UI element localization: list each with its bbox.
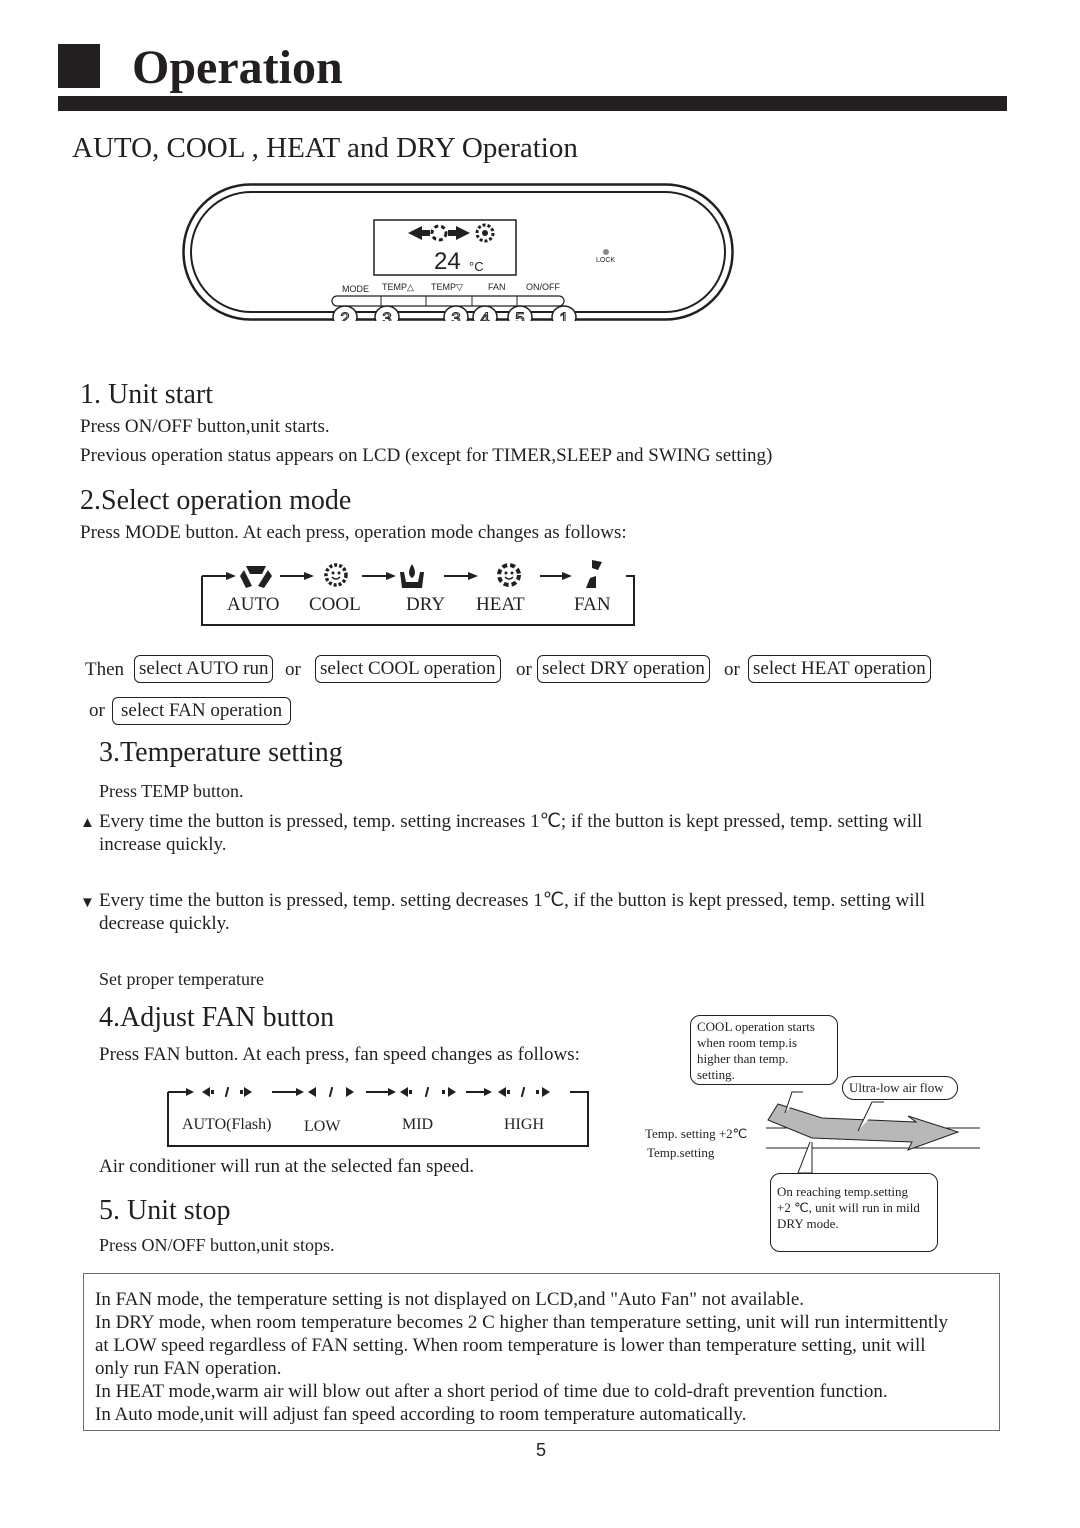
mode-label-dry: DRY: [406, 594, 446, 615]
mode-label-heat: HEAT: [476, 594, 525, 615]
section-subtitle: AUTO, COOL , HEAT and DRY Operation: [72, 132, 578, 164]
note-line: at LOW speed regardless of FAN setting. …: [95, 1335, 926, 1356]
note-line: In FAN mode, the temperature setting is …: [95, 1289, 805, 1310]
callout-text-line: +2 ℃, unit will run in mild: [777, 1200, 920, 1215]
remote-control-diagram: 24 °C LOCK MODE TEMP△ TEMP▽ FAN ON/OFF 2…: [182, 183, 734, 321]
label-temp-setting-plus2: Temp. setting +2℃: [645, 1126, 748, 1141]
remote-button-row: [331, 295, 565, 307]
arrow-icon: [304, 572, 314, 580]
mode-label-cool: COOL: [309, 594, 361, 615]
fan-speed-high: HIGH: [504, 1116, 544, 1133]
set-proper-temperature: Set proper temperature: [99, 969, 264, 989]
fan-speed-low-icon: [308, 1086, 354, 1098]
temp-down-text: Every time the button is pressed, temp. …: [99, 890, 926, 911]
page-number: 5: [536, 1440, 547, 1460]
mode-cycle-diagram: AUTO COOL DRY HEAT FAN: [198, 558, 638, 628]
cool-icon: [324, 563, 348, 587]
callout-text-line: higher than temp.: [697, 1051, 789, 1066]
option-heat-operation: select HEAT operation: [748, 655, 931, 683]
temp-up-button-label: TEMP△: [382, 282, 414, 292]
or-label: or: [516, 659, 532, 680]
title-block-icon: [58, 44, 100, 88]
note-line: In HEAT mode,warm air will blow out afte…: [95, 1381, 888, 1402]
fan-speed-cycle-diagram: AUTO(Flash) LOW MID HIGH: [166, 1080, 590, 1148]
page-title: Operation: [132, 41, 343, 94]
arrow-icon: [468, 572, 478, 580]
fan-speed-auto: AUTO(Flash): [182, 1116, 272, 1133]
or-label: or: [285, 659, 301, 680]
callout-text-line: setting.: [697, 1067, 735, 1082]
mode-label-fan: FAN: [574, 594, 611, 615]
callout-text-line: when room temp.is: [697, 1035, 798, 1050]
lock-indicator-icon: [603, 249, 609, 255]
option-fan-operation: select FAN operation: [112, 697, 292, 725]
arrow-icon: [226, 572, 236, 580]
airflow-arrow-icon: [767, 1103, 960, 1151]
heat-icon: [497, 563, 521, 587]
fan-speed-low: LOW: [304, 1118, 341, 1135]
mode-button-label: MODE: [342, 284, 369, 294]
option-cool-operation: select COOL operation: [315, 655, 501, 683]
unit-start-note: Previous operation status appears on LCD…: [80, 445, 773, 466]
fan-speed-mid: MID: [402, 1116, 434, 1133]
option-dry-operation: select DRY operation: [537, 655, 710, 683]
triangle-up-icon: ▲: [80, 815, 95, 831]
temp-down-button-label: TEMP▽: [431, 282, 463, 292]
onoff-button-label: ON/OFF: [526, 282, 560, 292]
temp-up-text: Every time the button is pressed, temp. …: [99, 811, 923, 832]
mode-label-auto: AUTO: [227, 594, 280, 615]
fan-speed-mid-icon: [400, 1086, 456, 1098]
label-temp-setting: Temp.setting: [647, 1145, 715, 1160]
dry-mode-diagram: COOL operation starts when room temp.is …: [640, 1010, 1020, 1260]
arrow-icon: [562, 572, 572, 580]
or-label: or: [724, 659, 740, 680]
temp-press-text: Press TEMP button.: [99, 781, 244, 801]
step-number: 2: [340, 309, 349, 321]
fan-after-text: Air conditioner will run at the selected…: [99, 1156, 475, 1177]
option-auto-run: select AUTO run: [134, 655, 274, 683]
step-number: 3: [382, 309, 391, 321]
step-number: 5: [515, 309, 524, 321]
heading-unit-start: 1. Unit start: [80, 379, 213, 410]
unit-stop-text: Press ON/OFF button,unit stops.: [99, 1235, 335, 1255]
fan-icon: [586, 560, 602, 588]
or-label: or: [89, 700, 105, 721]
note-line: In Auto mode,unit will adjust fan speed …: [95, 1404, 747, 1425]
heading-unit-stop: 5. Unit stop: [99, 1195, 231, 1226]
callout-ultra-low-airflow: Ultra-low air flow: [842, 1076, 958, 1100]
then-label: Then: [85, 659, 125, 680]
note-line: only run FAN operation.: [95, 1358, 282, 1379]
lock-label: LOCK: [596, 257, 615, 264]
lcd-temperature: 24: [434, 248, 461, 275]
auto-icon: [240, 566, 272, 588]
fan-button-label: FAN: [488, 282, 506, 292]
temp-down-text-cont: decrease quickly.: [99, 913, 230, 934]
callout-text-line: COOL operation starts: [697, 1019, 815, 1034]
lcd-unit: °C: [469, 259, 484, 274]
temp-up-text-cont: increase quickly.: [99, 834, 227, 855]
callout-mild-dry: On reaching temp.setting +2 ℃, unit will…: [770, 1173, 938, 1252]
select-mode-text: Press MODE button. At each press, operat…: [80, 522, 627, 543]
heading-adjust-fan: 4.Adjust FAN button: [99, 1002, 335, 1033]
callout-text-line: DRY mode.: [777, 1216, 839, 1231]
callout-cool-starts: COOL operation starts when room temp.is …: [690, 1015, 838, 1085]
triangle-down-icon: ▼: [80, 895, 95, 911]
arrow-icon: [386, 572, 396, 580]
title-divider: [58, 96, 1007, 111]
note-line: In DRY mode, when room temperature becom…: [95, 1312, 949, 1333]
heading-select-mode: 2.Select operation mode: [80, 485, 352, 516]
callout-text-line: On reaching temp.setting: [777, 1184, 909, 1199]
step-number: 3: [451, 309, 460, 321]
fan-press-text: Press FAN button. At each press, fan spe…: [99, 1044, 580, 1065]
unit-start-text: Press ON/OFF button,unit starts.: [80, 416, 330, 437]
heading-temperature-setting: 3.Temperature setting: [99, 737, 343, 768]
fan-speed-auto-icon: [202, 1086, 252, 1098]
step-number: 1: [559, 309, 568, 321]
dry-icon: [400, 564, 424, 588]
fan-speed-high-icon: [498, 1086, 550, 1098]
step-number: 4: [480, 309, 489, 321]
